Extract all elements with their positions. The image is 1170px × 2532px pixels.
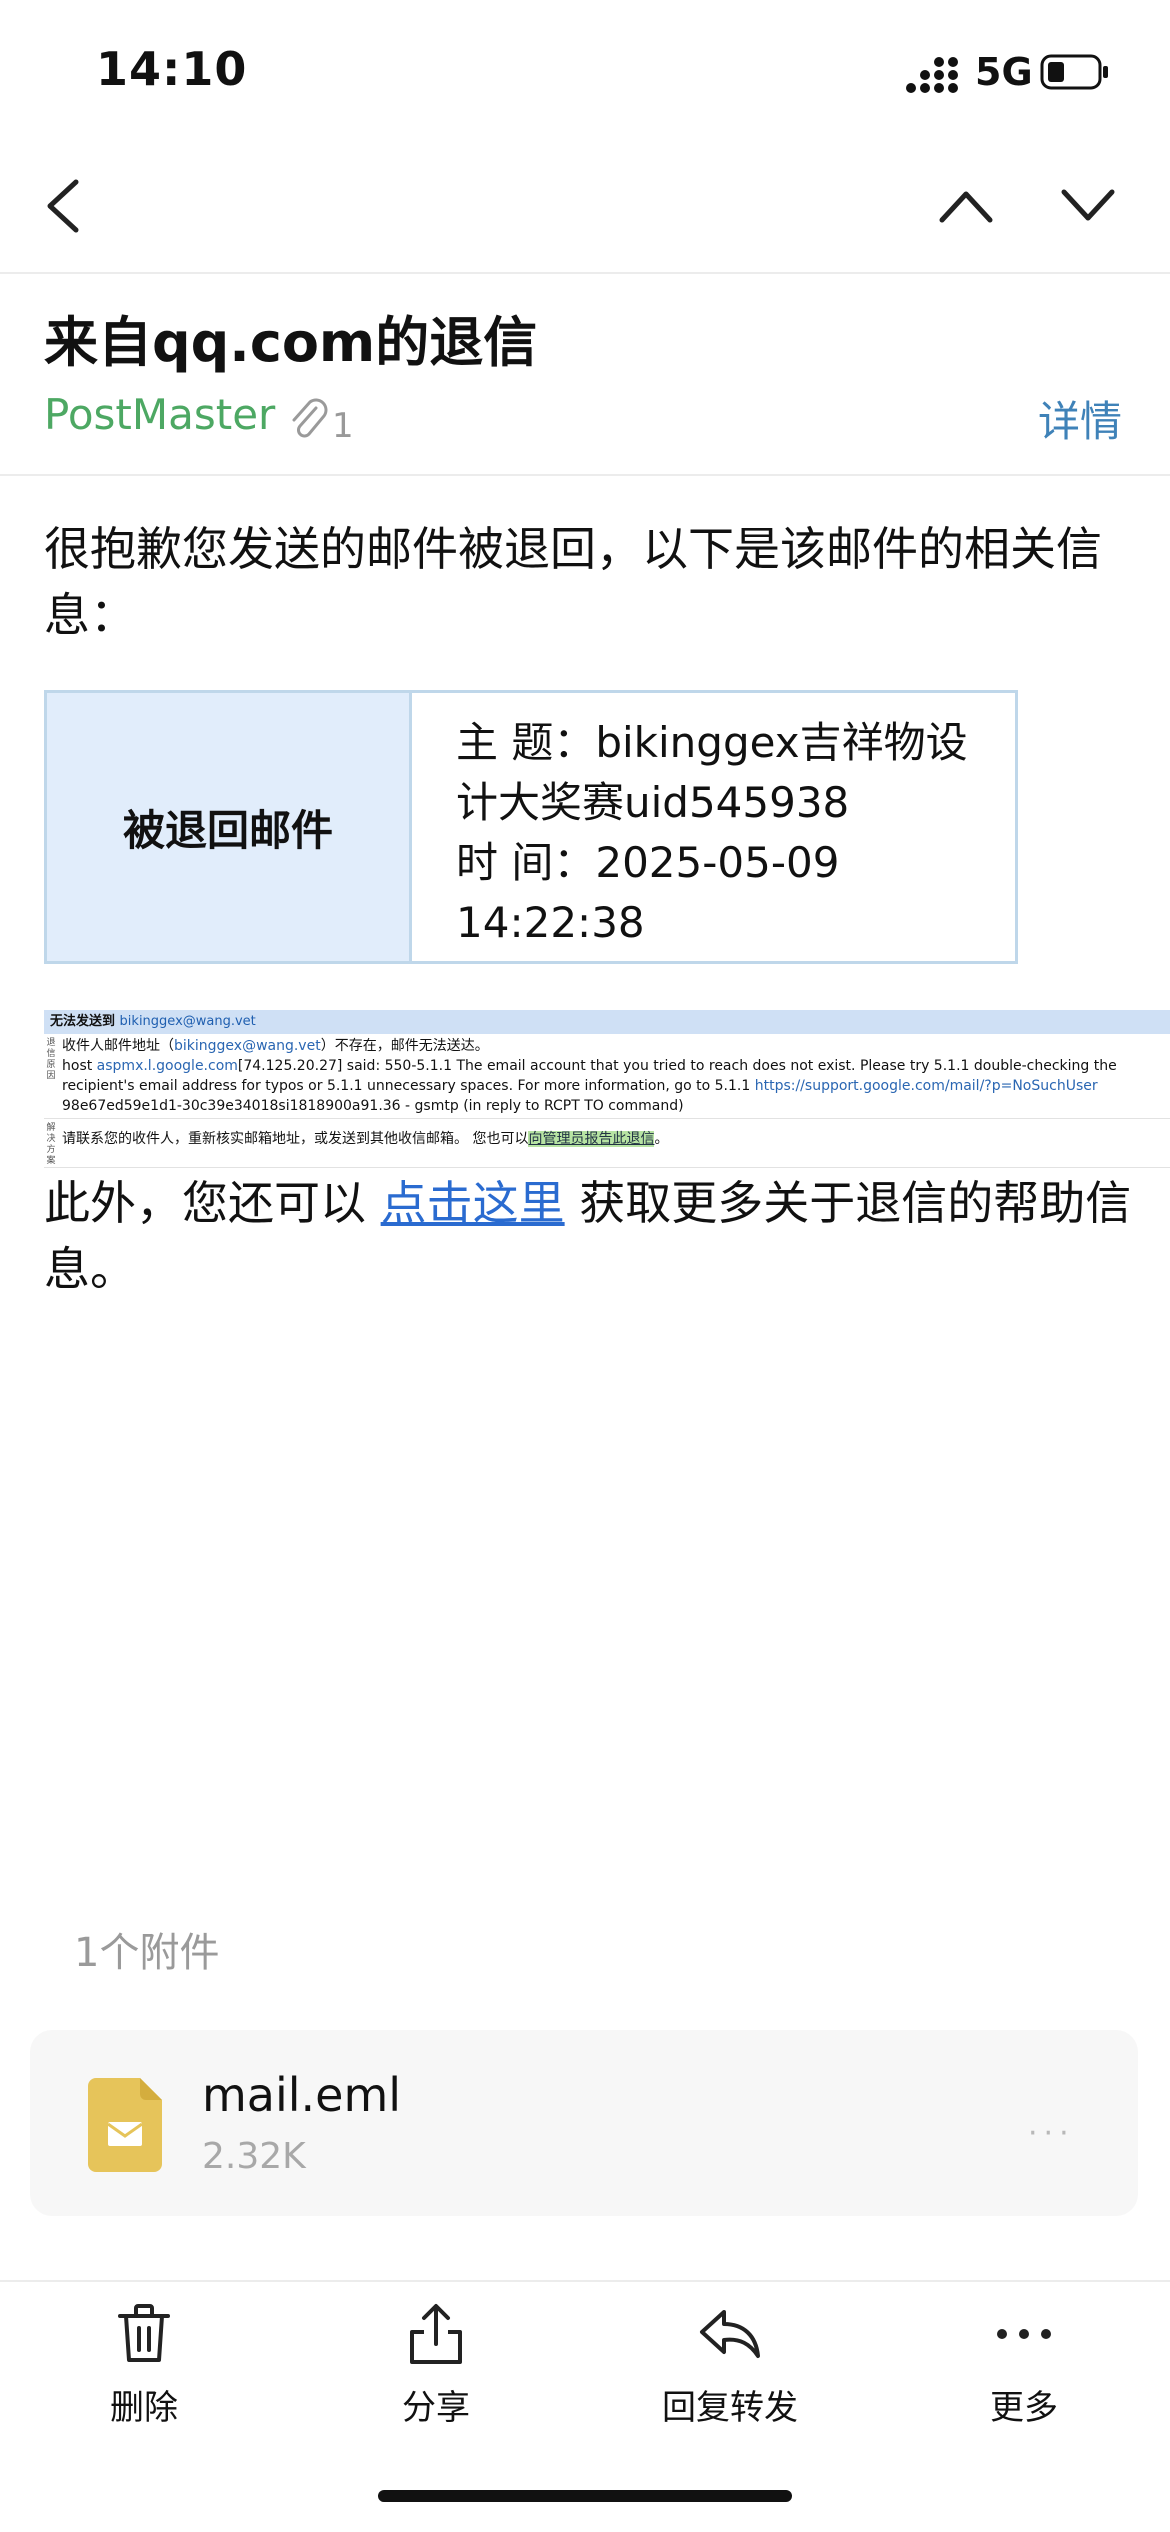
host-link[interactable]: aspmx.l.google.com (97, 1058, 238, 1074)
reply-forward-label: 回复转发 (662, 2388, 798, 2428)
previous-mail-icon[interactable] (938, 188, 994, 224)
details-link[interactable]: 详情 (1038, 388, 1122, 449)
divider (0, 2280, 1170, 2282)
divider (0, 272, 1170, 274)
attachment-name: mail.eml (202, 2068, 402, 2122)
report-title-bar: 无法发送到 bikinggex@wang.vet (44, 1010, 1170, 1034)
report-address-link[interactable]: bikinggex@wang.vet (120, 1014, 256, 1029)
paperclip-icon (292, 398, 328, 438)
support-link[interactable]: https://support.google.com/mail/?p=NoSuc… (755, 1078, 1098, 1094)
attachment-item[interactable]: mail.eml 2.32K ··· (30, 2030, 1138, 2216)
mail-subject: 来自qq.com的退信 (44, 311, 538, 374)
more-icon (997, 2329, 1051, 2339)
status-time: 14:10 (96, 42, 248, 96)
bounced-mail-header: 被退回邮件 (47, 693, 412, 961)
bounced-mail-table: 被退回邮件 主 题：bikinggex吉祥物设计大奖赛uid545938 时 间… (44, 690, 1018, 964)
share-button[interactable]: 分享 (336, 2302, 536, 2429)
delete-label: 删除 (110, 2388, 178, 2428)
reply-forward-button[interactable]: 回复转发 (630, 2302, 830, 2429)
divider (0, 474, 1170, 476)
mail-file-icon (88, 2078, 162, 2172)
reply-icon (700, 2310, 760, 2358)
attachment-count: 1 (332, 406, 354, 446)
intro-text: 很抱歉您发送的邮件被退回，以下是该邮件的相关信息： (44, 522, 1102, 642)
report-reason-row: 退信原因 收件人邮件地址（bikinggex@wang.vet）不存在，邮件无法… (44, 1034, 1170, 1119)
report-to-admin-link[interactable]: 向管理员报告此退信 (528, 1131, 655, 1147)
trash-icon (118, 2304, 170, 2362)
cellular-signal-icon (906, 57, 958, 93)
network-type: 5G (975, 50, 1033, 94)
solution-label: 解决方案 (46, 1123, 56, 1166)
outro-text: 此外，您还可以 点击这里 获取更多关于退信的帮助信息。 (44, 1176, 1132, 1296)
more-label: 更多 (990, 2388, 1058, 2428)
attachment-more-icon[interactable]: ··· (1028, 2116, 1075, 2151)
report-solution-row: 解决方案 请联系您的收件人，重新核实邮箱地址，或发送到其他收信邮箱。 您也可以向… (44, 1119, 1170, 1168)
click-here-link[interactable]: 点击这里 (381, 1176, 565, 1230)
more-button[interactable]: 更多 (924, 2302, 1124, 2429)
reason-label: 退信原因 (46, 1038, 56, 1081)
bounce-report: 无法发送到 bikinggex@wang.vet 退信原因 收件人邮件地址（bi… (44, 1010, 1170, 1180)
share-label: 分享 (402, 2388, 470, 2428)
attachment-size: 2.32K (202, 2136, 306, 2177)
recipient-link[interactable]: bikinggex@wang.vet (174, 1038, 321, 1054)
sender-name[interactable]: PostMaster (44, 390, 275, 439)
back-icon[interactable] (44, 178, 84, 234)
delete-button[interactable]: 删除 (44, 2302, 244, 2429)
home-indicator[interactable] (378, 2490, 792, 2502)
battery-icon (1040, 54, 1108, 90)
bounced-time: 时 间：2025-05-09 14:22:38 (456, 838, 840, 947)
bounced-subject: 主 题：bikinggex吉祥物设计大奖赛uid545938 (456, 718, 968, 827)
share-icon (410, 2304, 462, 2364)
attachments-label: 1个附件 (74, 1930, 220, 1976)
bounced-mail-info: 主 题：bikinggex吉祥物设计大奖赛uid545938 时 间：2025-… (412, 693, 1015, 961)
next-mail-icon[interactable] (1060, 188, 1116, 224)
